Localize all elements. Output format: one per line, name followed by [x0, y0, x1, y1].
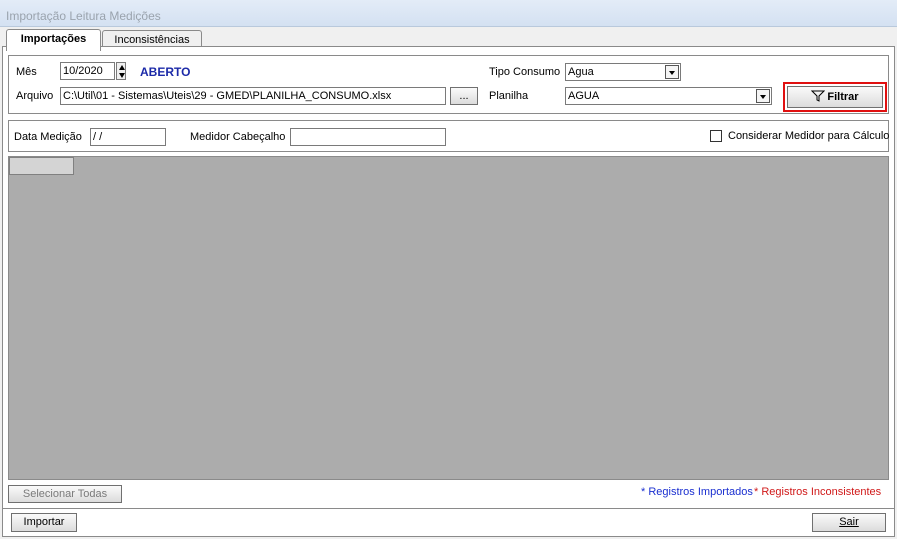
spin-up-icon[interactable] [119, 65, 125, 70]
tipo-consumo-select[interactable]: Agua [565, 63, 681, 81]
legend-importados: * Registros Importados [641, 486, 753, 498]
tipo-consumo-value: Agua [568, 66, 594, 78]
browse-button[interactable]: ... [450, 87, 478, 105]
selecionar-todas-button[interactable]: Selecionar Todas [8, 485, 122, 503]
medidor-cabecalho-input[interactable] [290, 128, 446, 146]
importar-button[interactable]: Importar [11, 513, 77, 532]
filtrar-button[interactable]: Filtrar [787, 86, 883, 108]
mes-spinner[interactable] [116, 62, 126, 80]
medidor-cabecalho-label: Medidor Cabeçalho [190, 131, 286, 143]
tipo-consumo-label: Tipo Consumo [489, 66, 561, 78]
legend-inconsistentes: * Registros Inconsistentes [754, 486, 882, 498]
considerar-checkbox[interactable] [710, 130, 722, 142]
filter-group [8, 55, 889, 114]
mes-input[interactable]: 10/2020 [60, 62, 115, 80]
tab-importacoes[interactable]: Importações [6, 29, 101, 51]
mes-label: Mês [16, 66, 37, 78]
arquivo-input[interactable]: C:\Util\01 - Sistemas\Uteis\29 - GMED\PL… [60, 87, 446, 105]
footer-divider [2, 508, 895, 509]
tab-importacoes-label: Importações [20, 33, 87, 45]
window-title: Importação Leitura Medições [6, 9, 161, 23]
title-bar: Importação Leitura Medições [0, 0, 897, 27]
arquivo-label: Arquivo [16, 90, 54, 102]
status-label: ABERTO [140, 65, 191, 79]
considerar-label[interactable]: Considerar Medidor para Cálculo [728, 130, 889, 142]
data-medicao-input[interactable]: / / [90, 128, 166, 146]
tab-inconsistencias-label: Inconsistências [114, 34, 190, 46]
planilha-label: Planilha [489, 90, 529, 102]
data-medicao-label: Data Medição [14, 131, 82, 143]
planilha-select[interactable]: AGUA [565, 87, 772, 105]
chevron-down-icon[interactable] [756, 89, 770, 103]
filter-icon [811, 90, 826, 102]
spin-down-icon[interactable] [119, 73, 125, 78]
data-grid[interactable] [8, 156, 889, 480]
sair-button[interactable]: Sair [812, 513, 886, 532]
planilha-value: AGUA [568, 90, 600, 102]
grid-column-header[interactable] [9, 157, 74, 175]
chevron-down-icon[interactable] [665, 65, 679, 79]
filtrar-label: Filtrar [827, 91, 859, 103]
